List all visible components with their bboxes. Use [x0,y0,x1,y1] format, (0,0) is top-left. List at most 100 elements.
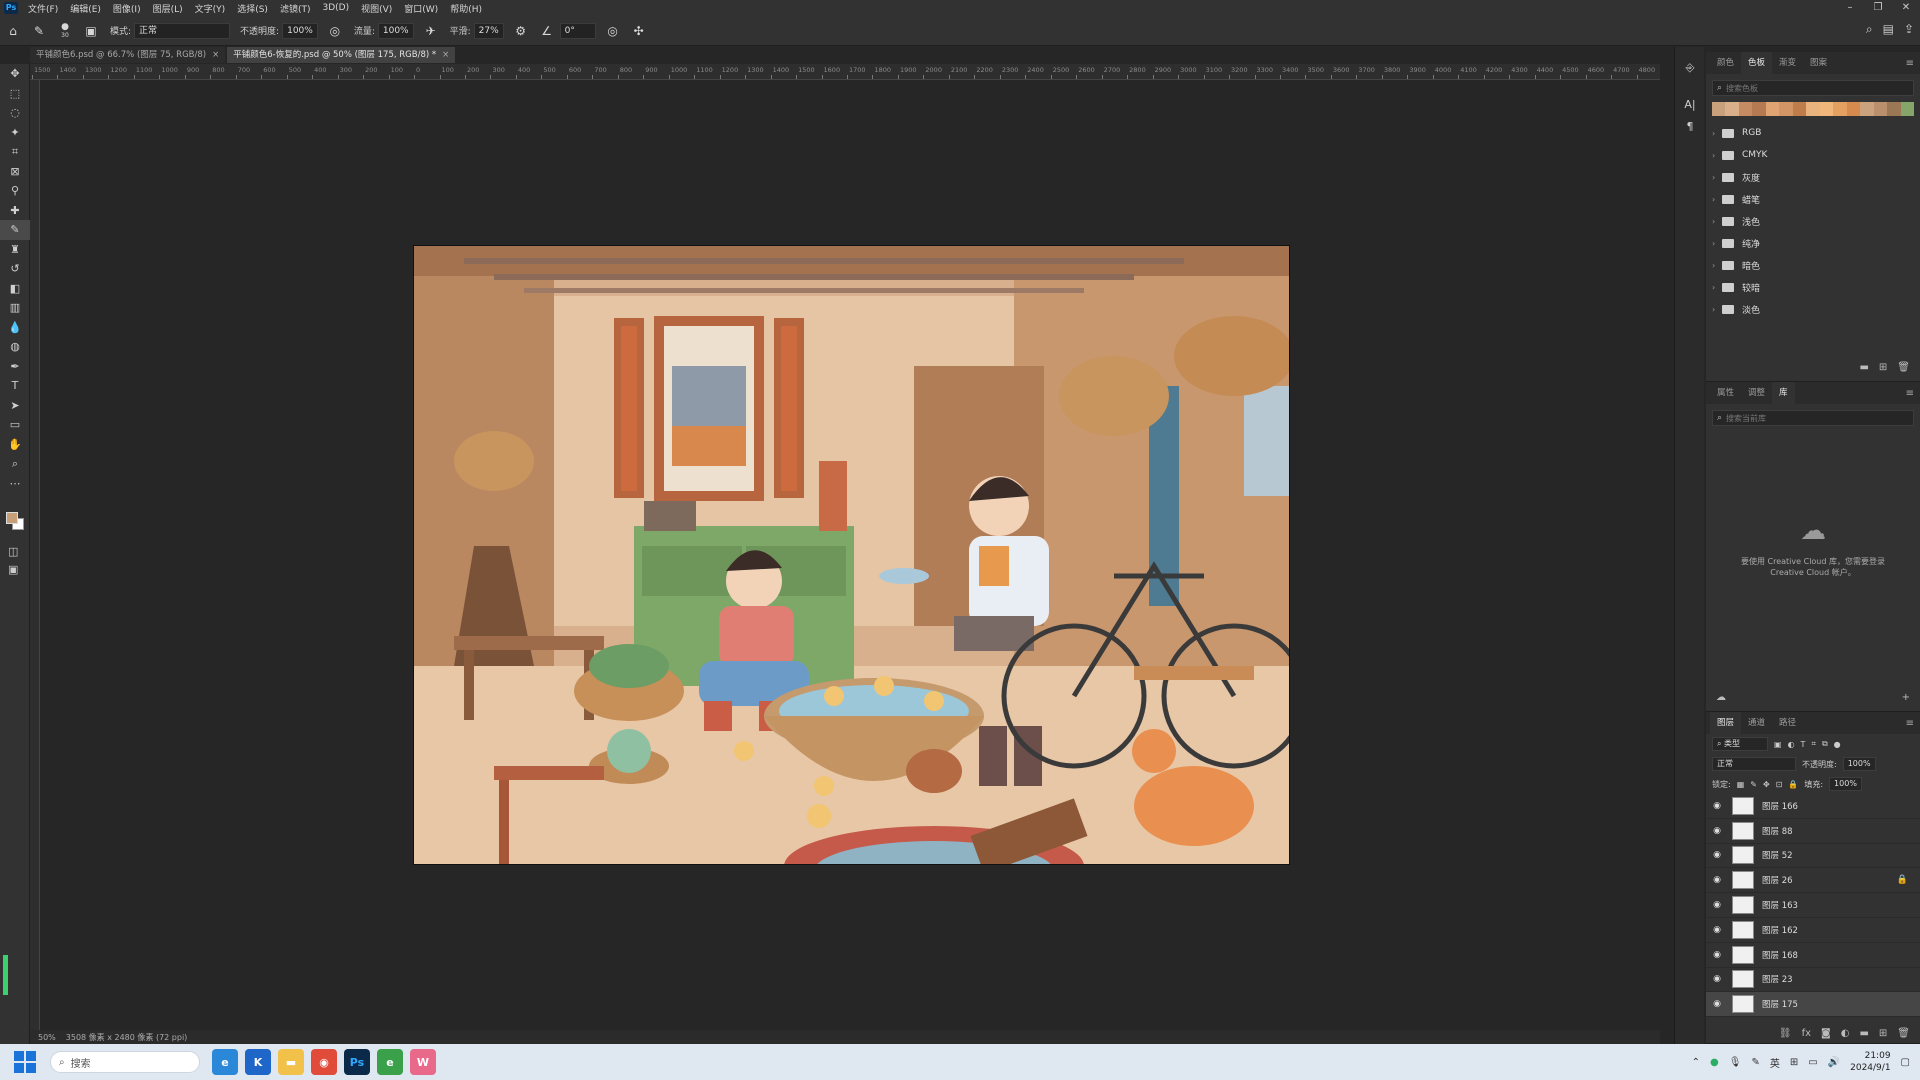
add-icon[interactable]: + [1902,692,1910,703]
chevron-right-icon[interactable]: › [1712,151,1722,160]
close-tab-icon[interactable]: × [212,50,219,60]
lock-all-icon[interactable]: 🔒 [1788,780,1798,789]
blur-tool-icon[interactable]: 💧 [0,318,30,338]
menu-layer[interactable]: 图层(L) [147,2,189,15]
chevron-up-icon[interactable]: ⌃ [1692,1057,1700,1068]
color-swatch[interactable] [1779,102,1793,116]
tab-layers[interactable]: 图层 [1710,712,1742,734]
eye-icon[interactable]: ◉ [1706,850,1728,860]
layer-row[interactable]: ◉ 图层 88 [1706,819,1920,844]
document-tab[interactable]: 平铺颜色6.psd @ 66.7% (图层 75, RGB/8) × [30,47,226,63]
history-brush-tool-icon[interactable]: ↺ [0,259,30,279]
layer-row[interactable]: ◉ 图层 52 [1706,844,1920,869]
eye-icon[interactable]: ◉ [1706,900,1728,910]
wechat-icon[interactable]: ● [1710,1057,1719,1068]
crop-tool-icon[interactable]: ⌗ [0,142,30,162]
color-swatch[interactable] [1833,102,1847,116]
color-swatch[interactable] [1900,102,1915,116]
layer-row[interactable]: ◉ 图层 163 [1706,893,1920,918]
close-window-button[interactable]: ✕ [1892,0,1920,16]
tab-patterns[interactable]: 图案 [1803,52,1834,74]
chevron-right-icon[interactable]: › [1712,217,1722,226]
brush-preset-picker[interactable]: ● 30 [56,22,74,40]
fill-field[interactable]: 100% [1829,777,1862,791]
color-swatch[interactable] [1712,102,1726,116]
artwork-canvas[interactable] [413,245,1290,865]
color-swatch[interactable] [1873,102,1888,116]
quick-mask-icon[interactable]: ◫ [8,545,18,558]
symmetry-icon[interactable]: ✣ [630,22,648,40]
pen-icon[interactable]: ✎ [1751,1057,1759,1068]
search-icon[interactable]: ⌕ [1866,22,1873,37]
lock-transparent-icon[interactable]: ▦ [1737,780,1745,789]
eye-icon[interactable]: ◉ [1706,974,1728,984]
flow-field[interactable]: 100% [377,22,414,39]
ime-indicator[interactable]: 英 [1770,1055,1780,1070]
menu-image[interactable]: 图像(I) [107,2,147,15]
healing-brush-tool-icon[interactable]: ✚ [0,201,30,221]
document-tab-active[interactable]: 平铺颜色6-恢复的.psd @ 50% (图层 175, RGB/8) * × [227,47,456,63]
clock[interactable]: 21:09 2024/9/1 [1850,1050,1890,1074]
brush-tool-icon[interactable]: ✎ [30,22,48,40]
tab-swatches[interactable]: 色板 [1741,52,1773,74]
type-tool-icon[interactable]: T [0,376,30,396]
share-icon[interactable]: ⇪ [1904,22,1914,37]
marquee-tool-icon[interactable]: ⬚ [0,84,30,104]
gradient-tool-icon[interactable]: ▥ [0,298,30,318]
k-icon[interactable]: K [245,1049,271,1075]
move-tool-icon[interactable]: ✥ [0,64,30,84]
eye-icon[interactable]: ◉ [1706,826,1728,836]
panel-menu-icon[interactable]: ≡ [1906,388,1914,399]
filter-adjustment-icon[interactable]: ◐ [1788,740,1795,749]
swatch-group[interactable]: › 较暗 [1706,276,1920,298]
menu-filter[interactable]: 滤镜(T) [274,2,317,15]
chevron-right-icon[interactable]: › [1712,261,1722,270]
filter-shape-icon[interactable]: ⌗ [1811,739,1816,749]
zoom-level[interactable]: 50% [38,1033,56,1042]
swatch-group[interactable]: › RGB [1706,122,1920,144]
magic-wand-tool-icon[interactable]: ✦ [0,123,30,143]
panel-menu-icon[interactable]: ≡ [1906,718,1914,729]
swatch-group[interactable]: › 纯净 [1706,232,1920,254]
link-layers-icon[interactable]: ⛓ [1779,1028,1792,1039]
brush-settings-icon[interactable]: ▣ [82,22,100,40]
volume-icon[interactable]: 🔊 [1828,1057,1840,1068]
history-panel-icon[interactable]: ⎆ [1675,57,1705,79]
new-group-icon[interactable]: ▬ [1859,362,1868,373]
pressure-size-icon[interactable]: ◎ [604,22,622,40]
eye-icon[interactable]: ◉ [1706,801,1728,811]
menu-type[interactable]: 文字(Y) [189,2,232,15]
blend-mode-select[interactable]: 正常 [1712,757,1796,771]
path-selection-tool-icon[interactable]: ➤ [0,396,30,416]
color-swatch[interactable] [1887,102,1901,116]
library-search-input[interactable]: ⌕ 搜索当前库 [1712,410,1914,426]
paragraph-panel-icon[interactable]: ¶ [1675,115,1705,137]
layer-row[interactable]: ◉ 图层 175 [1706,992,1920,1018]
tab-properties[interactable]: 属性 [1710,382,1741,404]
chevron-right-icon[interactable]: › [1712,305,1722,314]
eraser-tool-icon[interactable]: ◧ [0,279,30,299]
photoshop-icon[interactable]: Ps [344,1049,370,1075]
tab-paths[interactable]: 路径 [1772,712,1803,734]
pen-tool-icon[interactable]: ✒ [0,357,30,377]
network-icon[interactable]: ▭ [1808,1057,1817,1068]
menu-select[interactable]: 选择(S) [231,2,274,15]
filter-toggle-icon[interactable]: ● [1834,740,1841,749]
eye-icon[interactable]: ◉ [1706,950,1728,960]
tab-adjustments[interactable]: 调整 [1741,382,1772,404]
menu-edit[interactable]: 编辑(E) [64,2,107,15]
chevron-right-icon[interactable]: › [1712,239,1722,248]
tab-color[interactable]: 颜色 [1710,52,1741,74]
hand-tool-icon[interactable]: ✋ [0,435,30,455]
color-swatch[interactable] [1806,102,1820,116]
swatch-group[interactable]: › 浅色 [1706,210,1920,232]
cloud-icon[interactable]: ☁ [1716,692,1726,703]
frame-tool-icon[interactable]: ⊠ [0,162,30,182]
pressure-opacity-icon[interactable]: ◎ [326,22,344,40]
new-layer-icon[interactable]: ⊞ [1879,1028,1887,1039]
menu-window[interactable]: 窗口(W) [398,2,444,15]
close-tab-icon[interactable]: × [442,50,449,60]
eyedropper-tool-icon[interactable]: ⚲ [0,181,30,201]
swatch-group[interactable]: › 淡色 [1706,298,1920,320]
layer-row[interactable]: ◉ 图层 166 [1706,794,1920,819]
